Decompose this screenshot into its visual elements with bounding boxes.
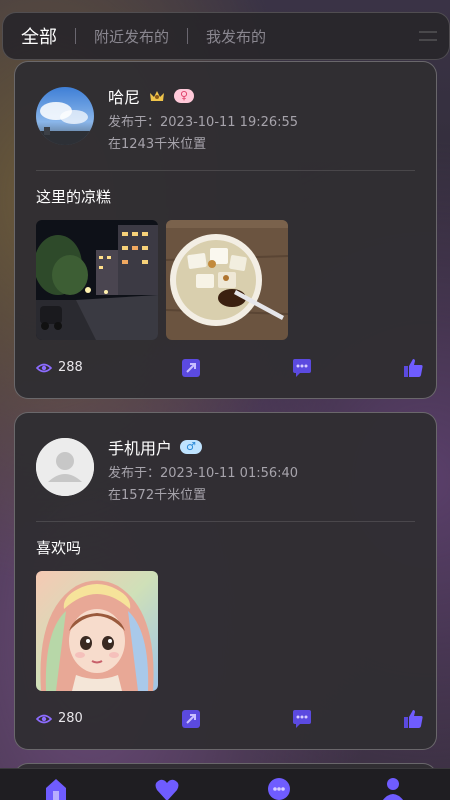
- post-photo[interactable]: [36, 571, 158, 691]
- liang-gao-dessert-photo: [166, 220, 288, 340]
- publish-time: 发布于：2023-10-11 19:26:55: [108, 115, 299, 130]
- message-icon[interactable]: [266, 777, 292, 800]
- username-text[interactable]: 哈尼: [108, 84, 140, 108]
- post-photo[interactable]: [36, 220, 158, 340]
- like-icon[interactable]: [402, 709, 424, 729]
- male-icon: ♂: [186, 440, 196, 453]
- eye-icon: [36, 714, 52, 723]
- share-icon[interactable]: [180, 709, 202, 729]
- bottom-nav: [0, 768, 450, 800]
- post-actions: 288: [36, 358, 423, 380]
- avatar[interactable]: [36, 87, 94, 145]
- post-text: 喜欢吗: [36, 539, 82, 557]
- share-icon[interactable]: [180, 358, 202, 378]
- view-count-text: 288: [58, 360, 83, 375]
- view-count-text: 280: [58, 711, 83, 726]
- username[interactable]: 手机用户 ♂: [108, 435, 202, 459]
- menu-icon[interactable]: [417, 27, 439, 45]
- crown-icon: [150, 91, 165, 101]
- tab-nearby[interactable]: 附近发布的: [94, 26, 169, 47]
- comment-icon[interactable]: [291, 358, 313, 378]
- post-text: 这里的凉糕: [36, 188, 112, 206]
- username[interactable]: 哈尼 ♀: [108, 84, 195, 108]
- home-icon[interactable]: [43, 777, 69, 800]
- like-icon[interactable]: [402, 358, 424, 378]
- divider: [36, 521, 415, 522]
- gender-badge-female: ♀: [174, 89, 195, 103]
- divider: [36, 170, 415, 171]
- username-text[interactable]: 手机用户: [108, 435, 172, 459]
- street-night-photo: [36, 220, 158, 340]
- gender-badge-male: ♂: [180, 440, 202, 454]
- tab-all[interactable]: 全部: [21, 23, 57, 49]
- post-photo[interactable]: [166, 220, 288, 340]
- profile-icon[interactable]: [380, 777, 406, 800]
- top-tab-bar: 全部 附近发布的 我发布的: [2, 12, 450, 60]
- eye-icon: [36, 363, 52, 372]
- tab-separator: [187, 28, 189, 44]
- comment-icon[interactable]: [291, 709, 313, 729]
- post-card[interactable]: 手机用户 ♂ 发布于：2023-10-11 01:56:40 在1572千米位置…: [14, 412, 437, 750]
- tab-separator: [75, 28, 76, 44]
- distance-text: 在1572千米位置: [108, 488, 207, 503]
- doll-portrait-photo: [36, 571, 158, 691]
- post-actions: 280: [36, 709, 423, 731]
- heart-icon[interactable]: [154, 777, 180, 800]
- view-count: 280: [36, 711, 83, 726]
- distance-text: 在1243千米位置: [108, 137, 207, 152]
- view-count: 288: [36, 360, 83, 375]
- avatar[interactable]: [36, 438, 94, 496]
- female-icon: ♀: [180, 89, 189, 102]
- tab-mine[interactable]: 我发布的: [206, 26, 266, 47]
- publish-time: 发布于：2023-10-11 01:56:40: [108, 466, 299, 481]
- post-card[interactable]: 哈尼 ♀ 发布于：2023-10-11 19:26:55 在1243千米位置 这…: [14, 61, 437, 399]
